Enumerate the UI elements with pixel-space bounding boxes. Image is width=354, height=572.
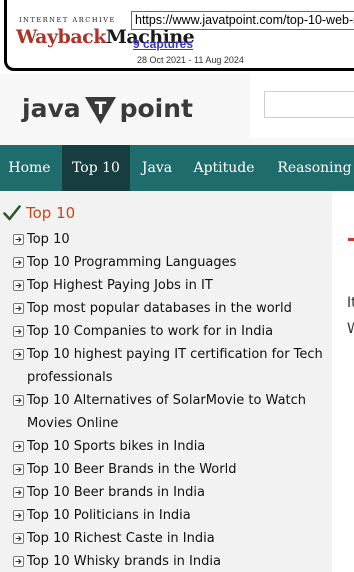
sidebar-item-label: Top 10 Beer brands in India <box>27 485 205 500</box>
main-nav: Home Top 10 Java Aptitude Reasoning <box>0 145 354 191</box>
sidebar-item-label: Top 10 Politicians in India <box>27 508 191 523</box>
nav-java[interactable]: Java <box>133 145 181 191</box>
sidebar-item-label: Top 10 Richest Caste in India <box>27 531 215 546</box>
sidebar-title: Top 10 <box>26 204 76 222</box>
arrow-box-icon <box>13 303 24 314</box>
sidebar: Top 10 Top 10 Top 10 Programming Language… <box>0 191 332 572</box>
sidebar-item-label: Top 10 Alternatives of SolarMovie to Wat… <box>27 393 307 431</box>
sidebar-item[interactable]: Top 10 Beer Brands in the World <box>0 458 332 481</box>
arrow-box-icon <box>13 510 24 521</box>
content-text-fragment: It <box>347 295 354 311</box>
arrow-box-icon <box>13 395 24 406</box>
arrow-box-icon <box>13 234 24 245</box>
wayback-url-input[interactable]: https://www.javatpoint.com/top-10-web-se <box>131 11 354 30</box>
sidebar-item-label: Top 10 Whisky brands in India <box>27 554 221 569</box>
sidebar-item-label: Top 10 Companies to work for in India <box>27 324 274 339</box>
sidebar-item[interactable]: Top 10 Politicians in India <box>0 504 332 527</box>
sidebar-item-label: Top 10 <box>27 232 70 247</box>
wayback-toolbar: INTERNET ARCHIVE WaybackMachine https://… <box>0 0 354 74</box>
sidebar-item[interactable]: Top 10 <box>0 228 332 251</box>
arrow-box-icon <box>13 464 24 475</box>
captures-link[interactable]: 9 captures <box>133 37 193 51</box>
arrow-box-icon <box>13 349 24 360</box>
sidebar-item[interactable]: Top 10 Sports bikes in India <box>0 435 332 458</box>
sidebar-item[interactable]: Top 10 Alternatives of SolarMovie to Wat… <box>0 389 332 435</box>
nav-top-10[interactable]: Top 10 <box>62 145 130 191</box>
arrow-box-icon <box>13 556 24 567</box>
arrow-box-icon <box>13 487 24 498</box>
title-accent-bar <box>348 238 354 241</box>
arrow-box-icon <box>13 441 24 452</box>
sidebar-list: Top 10 Top 10 Programming Languages Top Hi… <box>0 228 332 572</box>
sidebar-item-label: Top 10 highest paying IT certification f… <box>27 347 323 385</box>
logo-t-icon: T <box>84 97 116 124</box>
arrow-box-icon <box>13 326 24 337</box>
sidebar-item[interactable]: Top 10 highest paying IT certification f… <box>0 343 332 389</box>
check-icon <box>3 205 21 221</box>
sidebar-item-label: Top 10 Beer Brands in the World <box>27 462 237 477</box>
sidebar-item[interactable]: Top 10 Whisky brands in India <box>0 550 332 572</box>
arrow-box-icon <box>13 533 24 544</box>
svg-text:T: T <box>94 99 106 119</box>
sidebar-item[interactable]: Top most popular databases in the world <box>0 297 332 320</box>
content-panel <box>332 206 354 572</box>
logo-text-point: point <box>119 93 193 123</box>
sidebar-item[interactable]: Top 10 Programming Languages <box>0 251 332 274</box>
sidebar-item[interactable]: Top 10 Companies to work for in India <box>0 320 332 343</box>
javatpoint-logo[interactable]: java T point <box>22 91 193 125</box>
sidebar-item-label: Top Highest Paying Jobs in IT <box>27 278 213 293</box>
sidebar-heading: Top 10 <box>3 204 75 222</box>
arrow-box-icon <box>13 257 24 268</box>
arrow-box-icon <box>13 280 24 291</box>
wayback-logo-caption: INTERNET ARCHIVE <box>19 16 116 24</box>
nav-reasoning[interactable]: Reasoning <box>267 145 354 191</box>
sidebar-item[interactable]: Top 10 Richest Caste in India <box>0 527 332 550</box>
site-header: java T point <box>0 74 354 145</box>
nav-home[interactable]: Home <box>0 145 59 191</box>
sidebar-item[interactable]: Top 10 Beer brands in India <box>0 481 332 504</box>
capture-date-range: 28 Oct 2021 - 11 Aug 2024 <box>137 55 244 65</box>
search-input[interactable] <box>264 91 354 118</box>
wayback-logo[interactable]: INTERNET ARCHIVE WaybackMachine <box>16 14 195 56</box>
logo-text-java: java <box>22 93 81 123</box>
sidebar-item[interactable]: Top Highest Paying Jobs in IT <box>0 274 332 297</box>
sidebar-item-label: Top 10 Sports bikes in India <box>27 439 206 454</box>
content-text-fragment: W <box>347 321 354 337</box>
sidebar-item-label: Top 10 Programming Languages <box>27 255 237 270</box>
nav-aptitude[interactable]: Aptitude <box>186 145 262 191</box>
sidebar-item-label: Top most popular databases in the world <box>27 301 292 316</box>
